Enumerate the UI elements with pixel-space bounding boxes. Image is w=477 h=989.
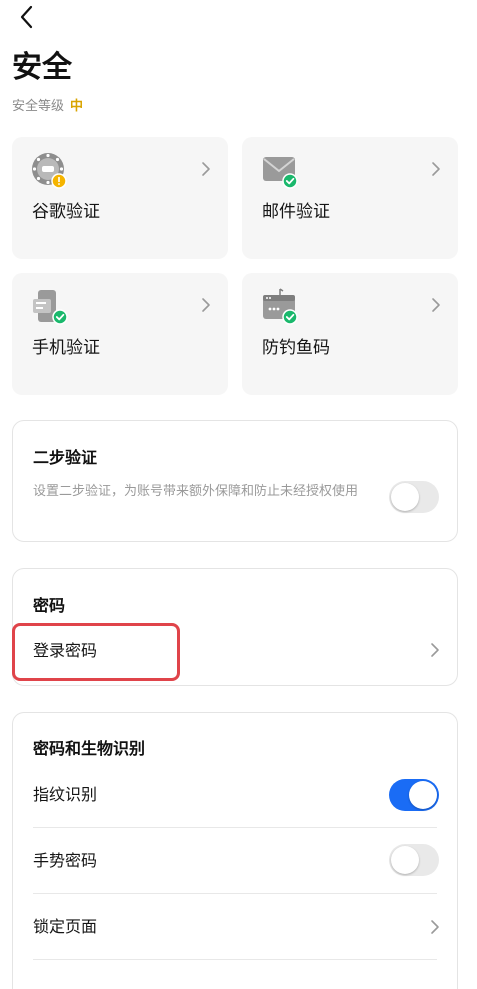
divider — [33, 893, 437, 894]
divider — [33, 827, 437, 828]
chevron-right-icon — [202, 162, 210, 176]
gesture-password-label: 手势密码 — [33, 851, 98, 870]
two-step-title: 二步验证 — [33, 448, 98, 467]
password-title: 密码 — [33, 596, 66, 615]
tile-phone-verification[interactable]: 手机验证 — [12, 273, 228, 395]
tile-label: 谷歌验证 — [32, 202, 100, 222]
chevron-right-icon — [432, 298, 440, 312]
gesture-password-toggle[interactable] — [389, 844, 439, 876]
chevron-right-icon — [432, 162, 440, 176]
two-step-description: 设置二步验证，为账号带来额外保障和防止未经授权使用 — [33, 484, 359, 499]
toggle-knob — [391, 483, 419, 511]
email-icon — [263, 157, 298, 189]
anti-phishing-icon — [263, 288, 298, 325]
lock-page-label[interactable]: 锁定页面 — [33, 916, 97, 938]
back-arrow-icon[interactable] — [14, 4, 40, 30]
fingerprint-label: 指纹识别 — [33, 785, 98, 804]
toggle-knob — [391, 846, 419, 874]
chevron-right-icon[interactable] — [429, 919, 441, 935]
chevron-right-icon[interactable] — [429, 642, 441, 658]
tile-label: 邮件验证 — [262, 202, 330, 222]
security-level: 安全等级中 — [12, 98, 83, 116]
google-authenticator-icon — [32, 153, 67, 189]
divider — [33, 959, 437, 960]
phone-icon — [33, 290, 68, 325]
biometrics-title: 密码和生物识别 — [33, 739, 146, 758]
security-level-label: 安全等级 — [12, 99, 65, 114]
two-step-verification-card: 二步验证 设置二步验证，为账号带来额外保障和防止未经授权使用 — [12, 420, 458, 542]
page-title: 安全 — [12, 50, 72, 85]
two-step-toggle[interactable] — [389, 481, 439, 513]
toggle-knob — [409, 781, 437, 809]
biometrics-card: 密码和生物识别 指纹识别 手势密码 锁定页面 — [12, 712, 458, 989]
chevron-right-icon — [202, 298, 210, 312]
security-level-value: 中 — [70, 99, 84, 114]
tile-label: 防钓鱼码 — [262, 338, 330, 358]
tile-email-verification[interactable]: 邮件验证 — [242, 137, 458, 259]
tile-label: 手机验证 — [32, 338, 100, 358]
fingerprint-toggle[interactable] — [389, 779, 439, 811]
tile-google-auth[interactable]: 谷歌验证 — [12, 137, 228, 259]
tile-anti-phishing-code[interactable]: 防钓鱼码 — [242, 273, 458, 395]
login-password-highlight — [12, 623, 180, 681]
